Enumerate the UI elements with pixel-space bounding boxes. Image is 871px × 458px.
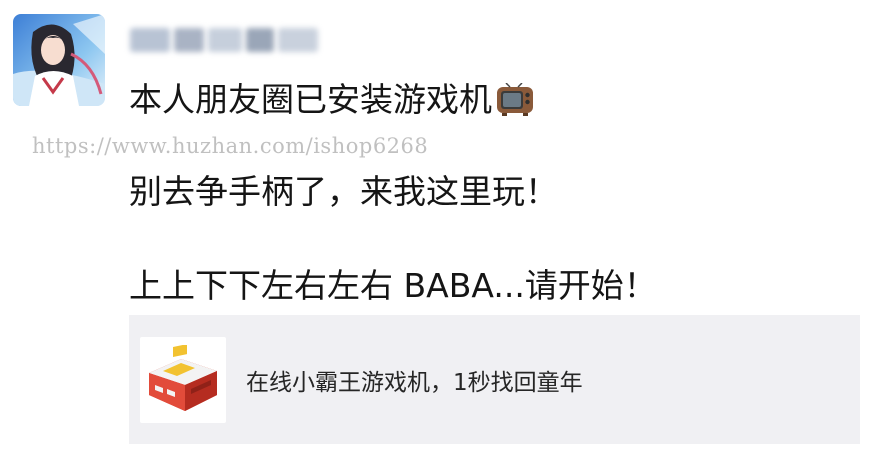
post-text-line-3: 上上下下左右左右 BABA...请开始！ xyxy=(129,266,657,305)
shared-link-card[interactable]: 在线小霸王游戏机，1秒找回童年 xyxy=(129,315,860,444)
post-text-line-1-label: 本人朋友圈已安装游戏机 xyxy=(129,80,492,119)
watermark-url: https://www.huzhan.com/ishop6268 xyxy=(32,134,429,158)
post-text-line-1: 本人朋友圈已安装游戏机 xyxy=(129,80,534,126)
famicom-console-icon xyxy=(149,344,217,411)
link-card-thumbnail xyxy=(140,336,226,423)
avatar-anime-girl-image xyxy=(13,14,105,106)
post-text-line-2: 别去争手柄了，来我这里玩！ xyxy=(129,172,558,211)
username-blurred[interactable] xyxy=(130,22,320,58)
tv-icon xyxy=(496,82,534,126)
avatar[interactable] xyxy=(13,14,105,106)
link-card-title: 在线小霸王游戏机，1秒找回童年 xyxy=(246,369,583,396)
